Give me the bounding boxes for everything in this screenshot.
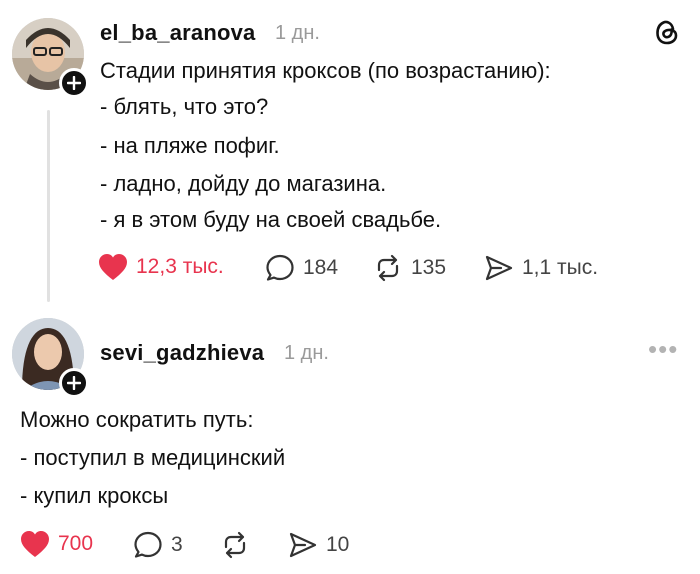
- repost-count: 135: [411, 256, 447, 279]
- post-text-line: - я в этом буду на своей свадьбе.: [100, 207, 442, 232]
- like-count: 12,3 тыс.: [136, 255, 224, 278]
- share-button[interactable]: 1,1 тыс.: [484, 253, 598, 283]
- post-text-line: - на пляже пофиг.: [100, 133, 280, 158]
- thread-line: [47, 110, 50, 302]
- share-count: 10: [326, 533, 350, 556]
- threads-logo-icon[interactable]: [651, 16, 683, 53]
- username[interactable]: sevi_gadzhieva: [100, 340, 264, 366]
- post-text-line: - блять, что это?: [100, 94, 269, 119]
- reply-count: 3: [171, 533, 183, 556]
- post-time: 1 дн.: [275, 22, 320, 44]
- post-text-line: - купил кроксы: [20, 483, 169, 508]
- post-text-line: Стадии принятия кроксов (по возрастанию)…: [100, 58, 551, 83]
- post-text-line: - поступил в медицинский: [20, 445, 286, 470]
- repost-button[interactable]: 135: [373, 253, 446, 283]
- follow-plus-icon[interactable]: [59, 368, 89, 398]
- post-2: sevi_gadzhieva 1 дн. ••• Можно сократить…: [0, 310, 700, 574]
- heart-icon: [21, 531, 49, 557]
- heart-icon: [99, 254, 127, 280]
- repost-icon: [224, 531, 246, 559]
- share-button[interactable]: 10: [288, 530, 349, 560]
- comment-icon: [266, 254, 294, 281]
- share-icon: [485, 255, 513, 281]
- repost-button[interactable]: [220, 530, 250, 560]
- more-icon[interactable]: •••: [648, 334, 678, 365]
- username[interactable]: el_ba_aranova: [100, 20, 255, 46]
- reply-button[interactable]: 3: [133, 530, 183, 560]
- post-text-line: Можно сократить путь:: [20, 407, 254, 432]
- share-icon: [289, 532, 317, 558]
- share-count: 1,1 тыс.: [522, 256, 599, 279]
- like-button[interactable]: 700: [20, 530, 93, 558]
- comment-icon: [134, 531, 162, 558]
- post-text-line: - ладно, дойду до магазина.: [100, 171, 387, 196]
- follow-plus-icon[interactable]: [59, 68, 89, 98]
- like-count: 700: [58, 532, 94, 555]
- like-button[interactable]: 12,3 тыс.: [98, 253, 224, 281]
- reply-button[interactable]: 184: [265, 253, 338, 283]
- post-1: el_ba_aranova 1 дн. Стадии принятия крок…: [0, 0, 700, 310]
- repost-icon: [377, 254, 399, 282]
- post-time: 1 дн.: [284, 342, 329, 364]
- reply-count: 184: [303, 256, 339, 279]
